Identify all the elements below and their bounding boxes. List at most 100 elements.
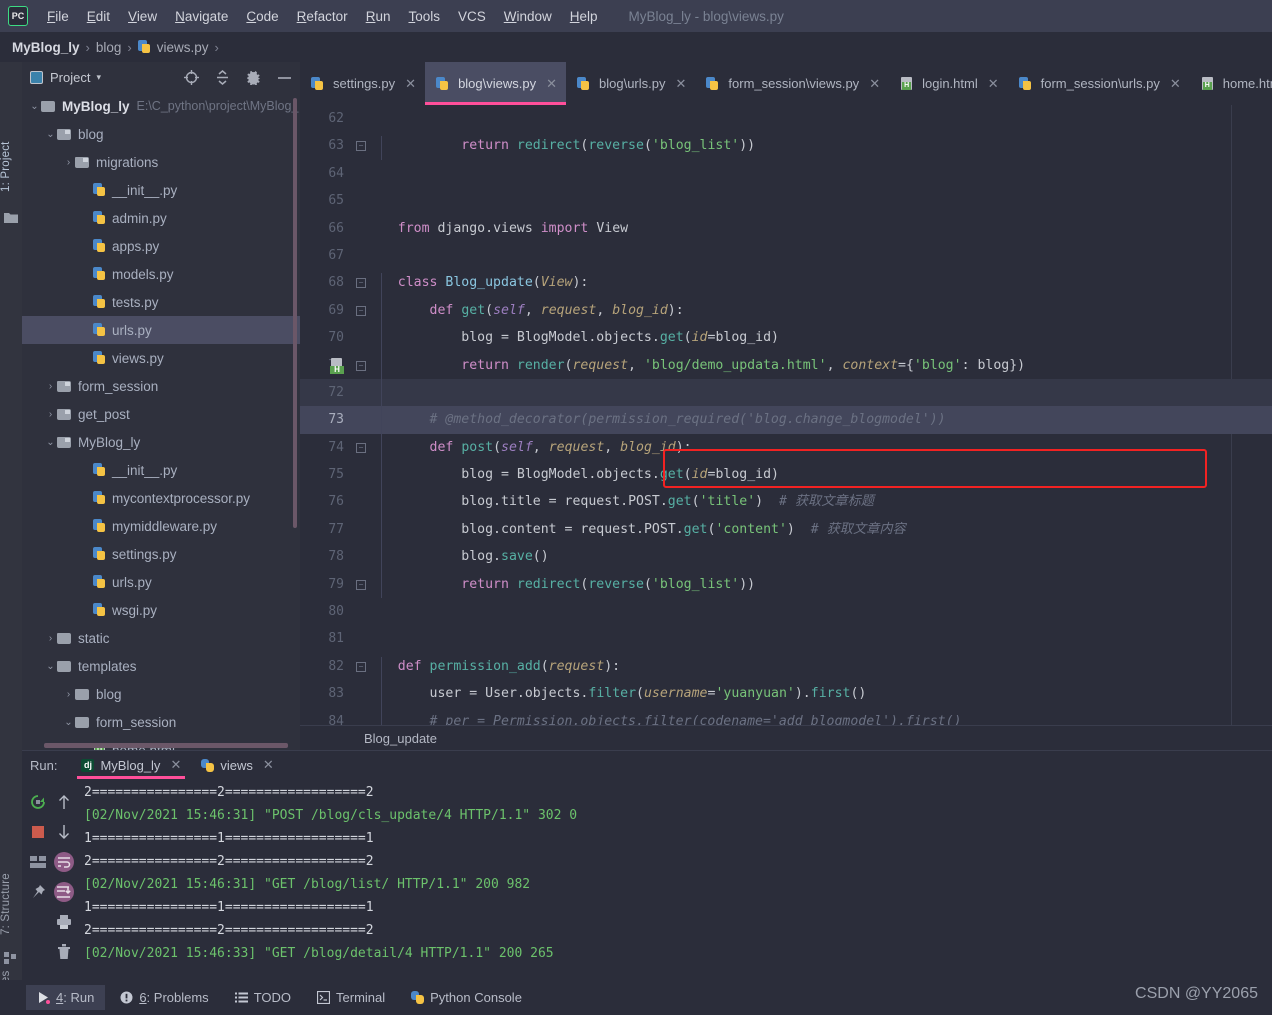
tree-item-mycontextprocessor-py[interactable]: mycontextprocessor.py [22,484,300,512]
fold-marker-icon[interactable]: − [356,278,366,289]
tree-item---init---py[interactable]: __init__.py [22,176,300,204]
code-line[interactable]: 82 − def permission_add(request): [300,653,1272,680]
close-icon[interactable]: ✕ [405,76,416,92]
menu-item-vcs[interactable]: VCS [449,5,495,28]
status-item-run[interactable]: 4: Run [26,985,106,1010]
tree-item-myblog-ly[interactable]: ⌄ MyBlog_ly [22,428,300,456]
breadcrumb-file[interactable]: views.py [157,40,209,55]
breadcrumb-project[interactable]: MyBlog_ly [12,40,80,55]
code-line[interactable]: 68 − class Blog_update(View): [300,269,1272,296]
editor-tab-form-session-views-py[interactable]: form_session\views.py ✕ [695,62,889,105]
down-arrow-icon[interactable] [52,817,76,847]
fold-marker-icon[interactable]: − [356,442,366,453]
code-line[interactable]: 78 blog.save() [300,543,1272,570]
tree-item-settings-py[interactable]: settings.py [22,540,300,568]
chevron-down-icon[interactable]: ▾ [96,72,101,83]
menu-item-view[interactable]: View [119,5,166,28]
chevron-down-icon[interactable]: ⌄ [44,129,57,140]
editor-tab-form-session-urls-py[interactable]: form_session\urls.py ✕ [1008,62,1190,105]
pin-icon[interactable] [26,877,50,907]
tree-item-wsgi-py[interactable]: wsgi.py [22,596,300,624]
locate-icon[interactable] [184,69,199,85]
status-item-python-console[interactable]: Python Console [400,985,533,1010]
tree-item---init---py[interactable]: __init__.py [22,456,300,484]
chevron-right-icon[interactable]: › [44,409,57,420]
run-console-output[interactable]: 2================2==================2 [02… [84,781,1272,980]
tree-item-blog[interactable]: ⌄ blog [22,120,300,148]
close-icon[interactable]: ✕ [263,757,274,773]
status-item-terminal[interactable]: Terminal [306,985,396,1010]
menu-item-run[interactable]: Run [357,5,400,28]
fold-marker-icon[interactable]: − [356,141,366,152]
sidebar-tab-structure[interactable]: 7: Structure [0,862,22,946]
project-tree-scrollbar[interactable] [293,98,297,528]
tree-item-urls-py[interactable]: urls.py [22,568,300,596]
tree-item-apps-py[interactable]: apps.py [22,232,300,260]
gear-icon[interactable] [246,70,261,85]
fold-marker-icon[interactable]: − [356,661,366,672]
up-arrow-icon[interactable] [52,787,76,817]
code-line[interactable]: 70 blog = BlogModel.objects.get(id=blog_… [300,324,1272,351]
tree-item-mymiddleware-py[interactable]: mymiddleware.py [22,512,300,540]
chevron-right-icon[interactable]: › [62,689,75,700]
run-tab-myblog[interactable]: dj MyBlog_ly ✕ [71,751,191,779]
fold-marker-icon[interactable]: − [356,305,366,316]
project-tree-hscrollbar[interactable] [44,743,288,748]
menu-item-refactor[interactable]: Refactor [288,5,357,28]
print-icon[interactable] [52,907,76,937]
trash-icon[interactable] [52,937,76,967]
collapse-all-icon[interactable] [215,69,230,85]
tree-item-blog[interactable]: › blog [22,680,300,708]
code-line[interactable]: 81 [300,625,1272,652]
tree-item-views-py[interactable]: views.py [22,344,300,372]
code-line[interactable]: 77 blog.content = request.POST.get('cont… [300,516,1272,543]
tree-item-form-session[interactable]: ⌄ form_session [22,708,300,736]
code-line[interactable]: 79 − return redirect(reverse('blog_list')… [300,571,1272,598]
tree-item-migrations[interactable]: › migrations [22,148,300,176]
editor-tab-blog-views-py[interactable]: blog\views.py ✕ [425,62,567,105]
layout-icon[interactable] [26,847,50,877]
project-panel-title[interactable]: Project [50,70,90,85]
sidebar-tab-project[interactable]: 1: Project [0,130,22,204]
tree-item-static[interactable]: › static [22,624,300,652]
close-icon[interactable]: ✕ [988,76,999,92]
editor-tab-home-html[interactable]: home.html✕ [1190,62,1272,105]
fold-marker-icon[interactable]: − [356,360,366,371]
code-line[interactable]: 84 # per = Permission.objects.filter(cod… [300,708,1272,725]
status-item-todo[interactable]: TODO [224,985,302,1010]
html-gutter-icon[interactable] [330,357,345,374]
chevron-down-icon[interactable]: ⌄ [28,101,41,112]
code-line[interactable]: 64 [300,160,1272,187]
close-icon[interactable]: ✕ [676,76,687,92]
editor-tab-settings-py[interactable]: settings.py ✕ [300,62,425,105]
stop-icon[interactable] [26,817,50,847]
tree-item-urls-py[interactable]: urls.py [22,316,300,344]
code-line[interactable]: 63 − return redirect(reverse('blog_list')… [300,132,1272,159]
scroll-to-end-icon[interactable] [52,877,76,907]
chevron-down-icon[interactable]: ⌄ [44,661,57,672]
chevron-right-icon[interactable]: › [44,381,57,392]
code-line[interactable]: 72 [300,378,1272,407]
run-tab-views[interactable]: views ✕ [191,751,283,779]
chevron-down-icon[interactable]: ⌄ [44,437,57,448]
tree-item-myblog-ly[interactable]: ⌄ MyBlog_ly E:\C_python\project\MyBlog_ [22,92,300,120]
code-line[interactable]: 76 blog.title = request.POST.get('title'… [300,488,1272,515]
code-line[interactable]: 83 user = User.objects.filter(username='… [300,680,1272,707]
tree-item-models-py[interactable]: models.py [22,260,300,288]
code-line[interactable]: 74 − def post(self, request, blog_id): [300,434,1272,461]
chevron-right-icon[interactable]: › [62,157,75,168]
menu-item-window[interactable]: Window [495,5,561,28]
code-lines[interactable]: 62 63 − return redirect(reverse('blog_list… [300,105,1272,725]
tree-item-templates[interactable]: ⌄ templates [22,652,300,680]
code-editor[interactable]: 62 63 − return redirect(reverse('blog_list… [300,105,1272,725]
close-icon[interactable]: ✕ [869,76,880,92]
code-line[interactable]: 75 blog = BlogModel.objects.get(id=blog_… [300,461,1272,488]
status-item-problems[interactable]: 6: Problems [109,985,219,1010]
menu-item-navigate[interactable]: Navigate [166,5,237,28]
code-line[interactable]: 62 [300,105,1272,132]
tree-item-admin-py[interactable]: admin.py [22,204,300,232]
chevron-down-icon[interactable]: ⌄ [62,717,75,728]
code-line[interactable]: 73 # @method_decorator(permission_requir… [300,406,1272,434]
soft-wrap-icon[interactable] [52,847,76,877]
fold-marker-icon[interactable]: − [356,579,366,590]
